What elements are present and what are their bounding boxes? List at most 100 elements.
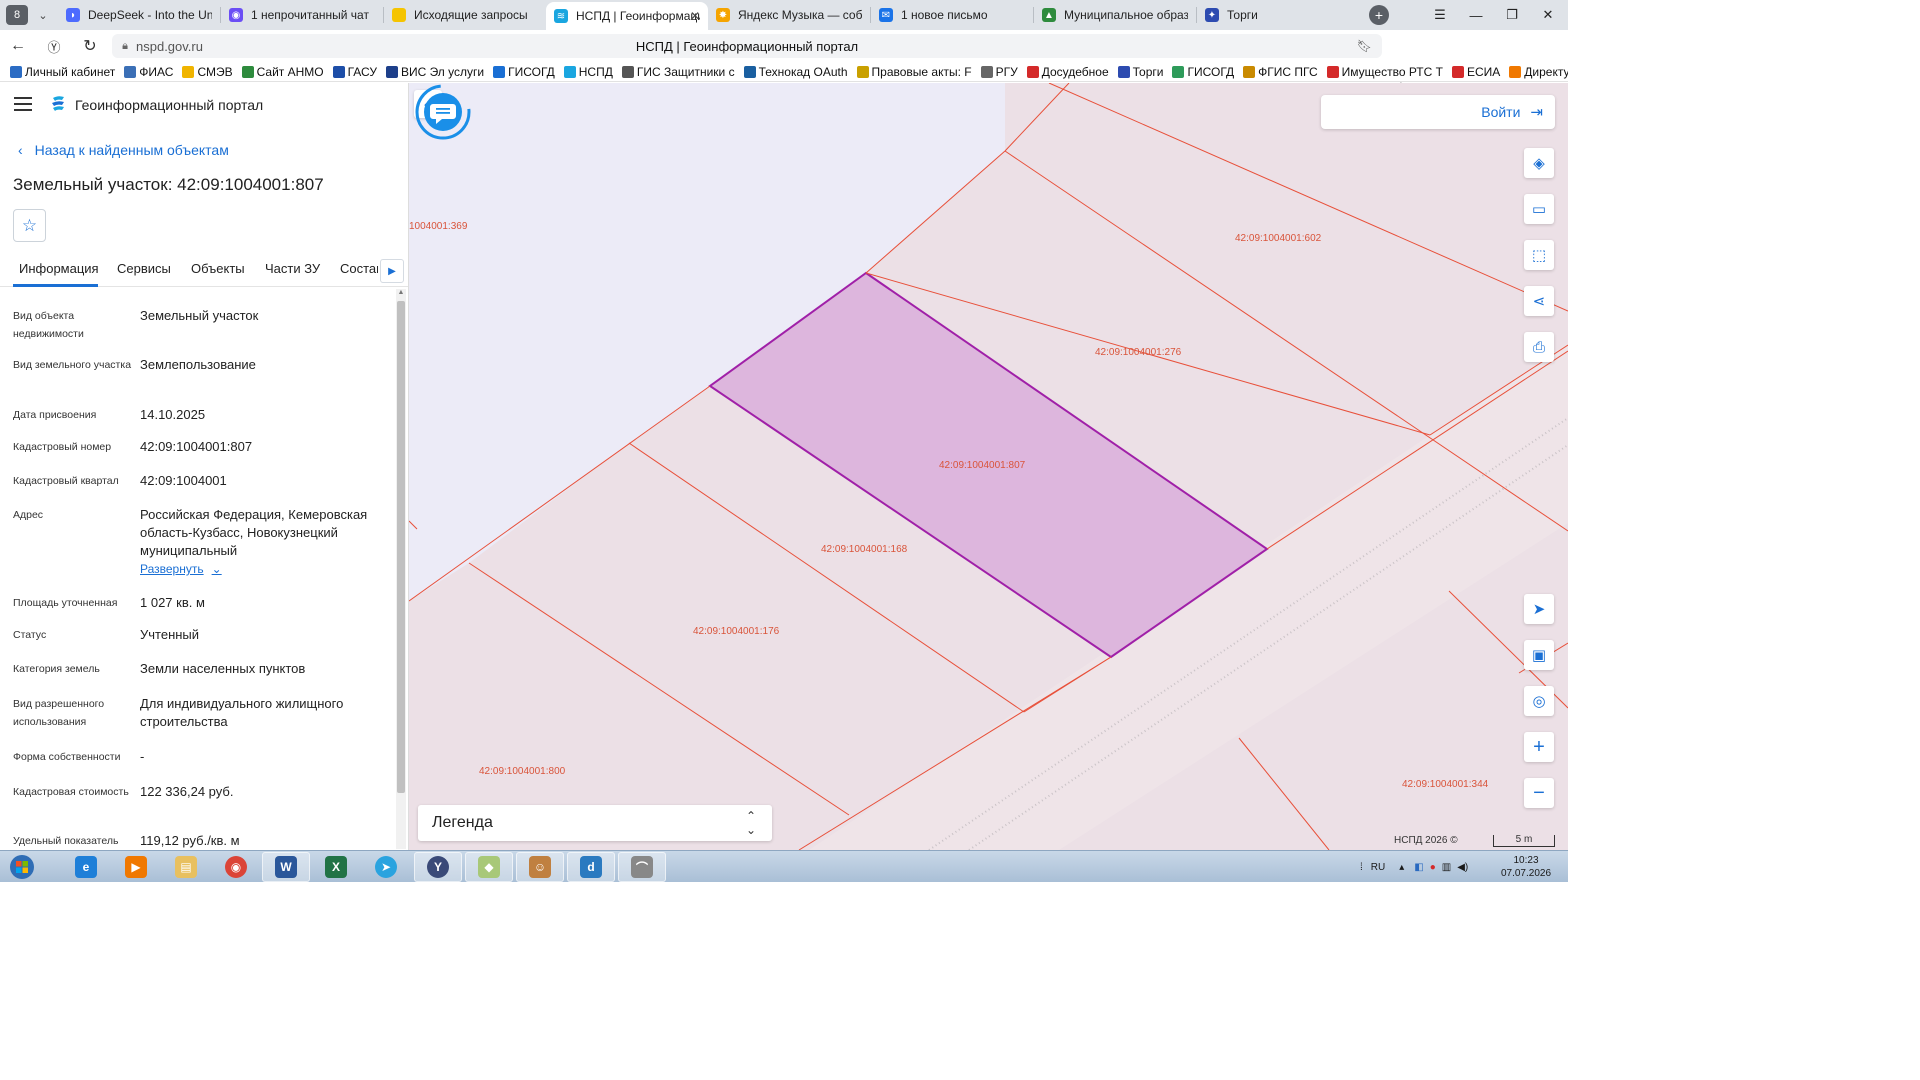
print-icon[interactable]: ⎙ <box>1524 332 1554 362</box>
minimize-icon[interactable]: — <box>1458 0 1494 30</box>
scroll-up-icon[interactable]: ▲ <box>396 289 406 299</box>
taskbar-directum[interactable]: d <box>567 852 615 882</box>
bookmark-item[interactable]: Имущество РТС Т <box>1326 65 1443 79</box>
bookmark-icon[interactable]: 🔖︎ <box>1357 39 1372 53</box>
back-to-results-link[interactable]: ‹ Назад к найденным объектам <box>18 142 229 158</box>
show-hidden-icons-icon[interactable]: ▴ <box>1399 862 1404 873</box>
bookmark-item[interactable]: СМЭВ <box>182 65 233 79</box>
reload-icon[interactable]: ↻ <box>72 30 108 62</box>
tab-objects[interactable]: Объекты <box>191 261 245 276</box>
restore-icon[interactable]: ❐ <box>1494 0 1530 30</box>
bookmark-item[interactable]: НСПД <box>563 65 613 79</box>
taskbar-ie[interactable]: e <box>62 852 110 882</box>
parcel-label[interactable]: 42:09:1004001:602 <box>1235 233 1321 244</box>
menu-icon[interactable]: ☰ <box>1422 0 1458 30</box>
share-icon[interactable]: ⋖ <box>1524 286 1554 316</box>
bookmark-favicon-icon <box>856 65 869 78</box>
layers-icon[interactable]: ◈ <box>1524 148 1554 178</box>
ruler-icon[interactable]: ▭ <box>1524 194 1554 224</box>
favorite-star-button[interactable]: ☆ <box>13 209 46 242</box>
taskbar-explorer[interactable]: ▤ <box>162 852 210 882</box>
browser-tab[interactable]: ✦ Торги <box>1197 2 1359 28</box>
select-area-icon[interactable]: ⬚ <box>1524 240 1554 270</box>
login-icon: ⇥ <box>1530 104 1543 121</box>
browser-tab[interactable]: ◉ 1 непрочитанный чат <box>221 2 383 28</box>
tray-antivirus-icon[interactable]: ● <box>1430 862 1436 873</box>
zoom-in-icon[interactable]: + <box>1524 732 1554 762</box>
taskbar-maps[interactable]: ◆ <box>465 852 513 882</box>
clock[interactable]: 10:23 07.07.2026 <box>1496 854 1556 880</box>
close-window-icon[interactable]: ✕ <box>1530 0 1566 30</box>
browser-tab[interactable]: ✸ Яндекс Музыка — собира <box>708 2 870 28</box>
tab-services[interactable]: Сервисы <box>117 261 171 276</box>
url-field[interactable]: 🔒︎ nspd.gov.ru НСПД | Геоинформационный … <box>112 34 1382 58</box>
bookmark-item[interactable]: ГИСОГД <box>493 65 555 79</box>
parcel-label[interactable]: 42:09:1004001:168 <box>821 544 907 555</box>
bookmark-item[interactable]: ГАСУ <box>332 65 377 79</box>
minimap-icon[interactable]: ▣ <box>1524 640 1554 670</box>
bookmark-item[interactable]: Правовые акты: F <box>856 65 972 79</box>
chat-icon[interactable] <box>409 83 477 141</box>
tab-composition[interactable]: Состав <box>340 261 378 276</box>
taskbar-excel[interactable]: X <box>312 852 360 882</box>
browser-tab-active[interactable]: ≋ НСПД | Геоинформаци ✕ <box>546 2 708 30</box>
bookmark-item[interactable]: Досудебное <box>1026 65 1109 79</box>
close-icon[interactable]: ✕ <box>690 9 700 23</box>
zoom-out-icon[interactable]: − <box>1524 778 1554 808</box>
chevron-right-icon[interactable]: ▶ <box>380 259 404 283</box>
browser-tab[interactable]: ◗ DeepSeek - Into the Unkno <box>58 2 220 28</box>
yandex-icon[interactable]: Ⓨ <box>36 30 72 62</box>
browser-tab[interactable]: Исходящие запросы <box>384 2 546 28</box>
url-text[interactable]: nspd.gov.ru <box>136 39 203 54</box>
location-pin-icon[interactable]: ◎ <box>1524 686 1554 716</box>
parcel-label[interactable]: 42:09:1004001:176 <box>693 626 779 637</box>
legend-dropdown[interactable]: Легенда ⌃ ⌄ <box>418 805 772 841</box>
bookmark-item[interactable]: ФИАС <box>124 65 173 79</box>
language-indicator[interactable]: RU <box>1371 862 1385 873</box>
bookmark-item[interactable]: Торги <box>1117 65 1163 79</box>
taskbar-app[interactable]: ⌒ <box>618 852 666 882</box>
tab-counter[interactable]: 8 <box>6 5 28 25</box>
parcel-label[interactable]: 42:09:1004001:807 <box>939 460 1025 471</box>
bookmark-item[interactable]: Личный кабинет <box>10 65 115 79</box>
bookmark-item[interactable]: Директум РХ <box>1509 65 1568 79</box>
tab-parts[interactable]: Части ЗУ <box>265 261 320 276</box>
taskbar-media-player[interactable]: ▶ <box>112 852 160 882</box>
back-icon[interactable]: ← <box>0 30 36 62</box>
chevron-down-icon[interactable]: ⌄ <box>32 9 54 22</box>
taskbar-telegram[interactable]: ➤ <box>362 852 410 882</box>
nspd-icon: ≋ <box>554 9 568 23</box>
map-view[interactable]: 1004001:369 42:09:1004001:602 42:09:100400… <box>409 83 1568 850</box>
volume-icon[interactable]: ◀) <box>1457 862 1468 873</box>
expand-address-link[interactable]: Развернуть ⌄ <box>140 560 222 578</box>
bookmark-item[interactable]: ГИСОГД <box>1172 65 1234 79</box>
bookmark-item[interactable]: ЕСИА <box>1451 65 1500 79</box>
scrollbar-thumb[interactable] <box>397 301 405 793</box>
bookmark-item[interactable]: Сайт АНМО <box>241 65 324 79</box>
hamburger-menu-icon[interactable] <box>14 97 32 111</box>
scrollbar[interactable]: ▲ <box>396 289 406 849</box>
parcel-label[interactable]: 1004001:369 <box>409 221 467 232</box>
bookmark-item[interactable]: ФГИС ПГС <box>1243 65 1318 79</box>
bookmark-item[interactable]: ГИС Защитники с <box>621 65 735 79</box>
new-tab-button[interactable]: + <box>1369 5 1389 25</box>
bookmark-item[interactable]: ВИС Эл услуги <box>385 65 484 79</box>
taskbar-word[interactable]: W <box>262 852 310 882</box>
browser-tab[interactable]: ✉ 1 новое письмо <box>871 2 1033 28</box>
parcel-label[interactable]: 42:09:1004001:800 <box>479 766 565 777</box>
bookmark-item[interactable]: Технокад OAuth <box>743 65 848 79</box>
taskbar-consultant[interactable]: ☺ <box>516 852 564 882</box>
parcel-label[interactable]: 42:09:1004001:276 <box>1095 347 1181 358</box>
taskbar-yandex-browser[interactable]: Y <box>414 852 462 882</box>
start-button[interactable] <box>4 852 40 882</box>
taskbar-chrome[interactable]: ◉ <box>212 852 260 882</box>
browser-tab[interactable]: ▲ Муниципальное образов <box>1034 2 1196 28</box>
tray-grip-icon: ⁞ <box>1360 861 1363 873</box>
network-icon[interactable]: ▥ <box>1442 862 1451 873</box>
tray-app-icon[interactable]: ◧ <box>1414 862 1423 873</box>
parcel-label[interactable]: 42:09:1004001:344 <box>1402 779 1488 790</box>
tab-info[interactable]: Информация <box>19 261 99 276</box>
bookmark-item[interactable]: РГУ <box>980 65 1018 79</box>
geolocation-icon[interactable]: ➤ <box>1524 594 1554 624</box>
login-button[interactable]: Войти ⇥ <box>1321 95 1555 129</box>
